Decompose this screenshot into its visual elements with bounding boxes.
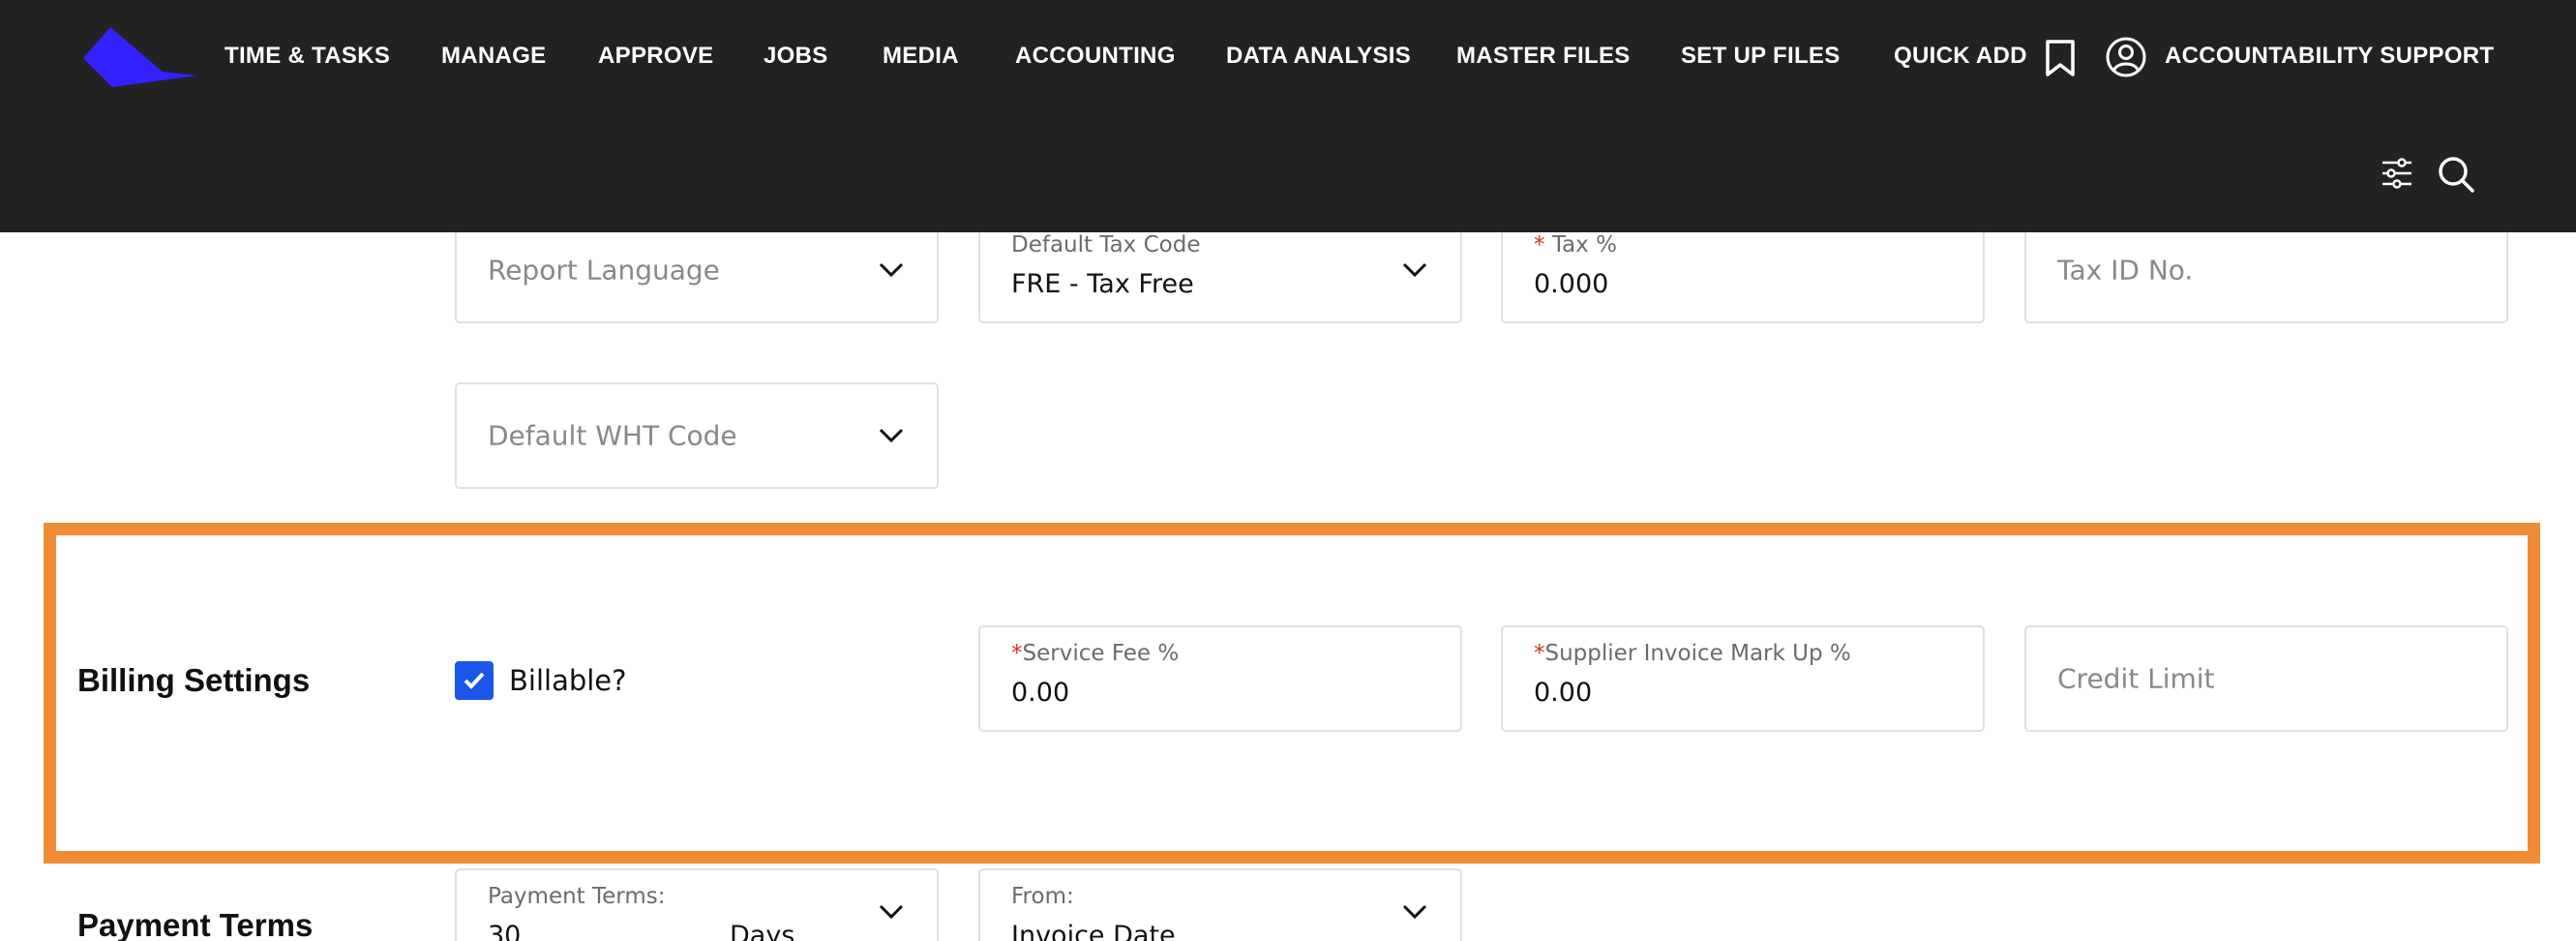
tax-percent-label-text: Tax %: [1551, 232, 1617, 258]
report-language-placeholder: Report Language: [488, 254, 720, 287]
required-marker: *: [1534, 641, 1545, 666]
bookmark-icon[interactable]: [2044, 39, 2077, 77]
nav-time-and-tasks[interactable]: TIME & TASKS: [225, 43, 390, 70]
nav-media[interactable]: MEDIA: [883, 43, 959, 70]
nav-jobs[interactable]: JOBS: [764, 43, 828, 70]
payment-from-label: From:: [1011, 884, 1074, 909]
supplier-invoice-markup-label: *Supplier Invoice Mark Up %: [1534, 641, 1851, 666]
top-navigation-bar: TIME & TASKS MANAGE APPROVE JOBS MEDIA A…: [0, 0, 2576, 232]
checkmark-icon: [464, 672, 485, 689]
tax-id-placeholder: Tax ID No.: [2057, 254, 2194, 287]
required-marker: *: [1011, 641, 1023, 666]
supplier-invoice-markup-field[interactable]: *Supplier Invoice Mark Up % 0.00: [1501, 625, 1985, 732]
nav-approve[interactable]: APPROVE: [598, 43, 713, 70]
report-language-select[interactable]: Report Language: [455, 217, 939, 323]
chevron-down-icon: [879, 904, 904, 920]
tax-percent-field[interactable]: * Tax % 0.000: [1501, 217, 1985, 323]
nav-data-analysis[interactable]: DATA ANALYSIS: [1226, 43, 1411, 70]
user-avatar-icon[interactable]: [2106, 37, 2146, 77]
service-fee-field[interactable]: *Service Fee % 0.00: [978, 625, 1462, 732]
nav-accounting[interactable]: ACCOUNTING: [1015, 43, 1176, 70]
supplier-invoice-markup-label-text: Supplier Invoice Mark Up %: [1544, 641, 1851, 666]
service-fee-label: *Service Fee %: [1011, 641, 1179, 666]
search-icon[interactable]: [2437, 155, 2475, 194]
payment-terms-select[interactable]: Payment Terms: 30 Days: [455, 868, 939, 941]
default-wht-code-select[interactable]: Default WHT Code: [455, 382, 939, 489]
payment-from-select[interactable]: From: Invoice Date: [978, 868, 1462, 941]
credit-limit-placeholder: Credit Limit: [2057, 662, 2215, 695]
billing-settings-title: Billing Settings: [77, 662, 311, 698]
credit-limit-field[interactable]: Credit Limit: [2024, 625, 2508, 732]
payment-terms-title: Payment Terms: [77, 907, 314, 941]
chevron-down-icon: [1402, 262, 1427, 278]
chevron-down-icon: [1402, 904, 1427, 920]
payment-terms-unit: Days: [730, 921, 795, 941]
default-tax-code-label: Default Tax Code: [1011, 232, 1201, 258]
supplier-invoice-markup-value: 0.00: [1534, 678, 1593, 708]
user-account-label[interactable]: ACCOUNTABILITY SUPPORT: [2165, 43, 2494, 70]
payment-terms-label: Payment Terms:: [488, 884, 666, 909]
service-fee-value: 0.00: [1011, 678, 1070, 708]
billable-label: Billable?: [509, 664, 627, 697]
payment-from-value: Invoice Date: [1011, 921, 1176, 941]
tax-percent-value: 0.000: [1534, 269, 1609, 299]
logo-icon[interactable]: [83, 27, 197, 87]
chevron-down-icon: [879, 262, 904, 278]
tax-id-field[interactable]: Tax ID No.: [2024, 217, 2508, 323]
billable-checkbox[interactable]: [455, 661, 494, 700]
tax-percent-label: * Tax %: [1534, 232, 1617, 258]
default-tax-code-select[interactable]: Default Tax Code FRE - Tax Free: [978, 217, 1462, 323]
required-marker: *: [1534, 232, 1545, 258]
filter-sliders-icon[interactable]: [2381, 157, 2413, 190]
default-wht-code-placeholder: Default WHT Code: [488, 419, 737, 452]
chevron-down-icon: [879, 428, 904, 443]
default-tax-code-value: FRE - Tax Free: [1011, 269, 1194, 299]
payment-terms-value: 30: [488, 921, 522, 941]
nav-master-files[interactable]: MASTER FILES: [1456, 43, 1631, 70]
nav-set-up-files[interactable]: SET UP FILES: [1681, 43, 1841, 70]
service-fee-label-text: Service Fee %: [1022, 641, 1180, 666]
nav-quick-add[interactable]: QUICK ADD: [1894, 43, 2027, 70]
nav-manage[interactable]: MANAGE: [441, 43, 546, 70]
